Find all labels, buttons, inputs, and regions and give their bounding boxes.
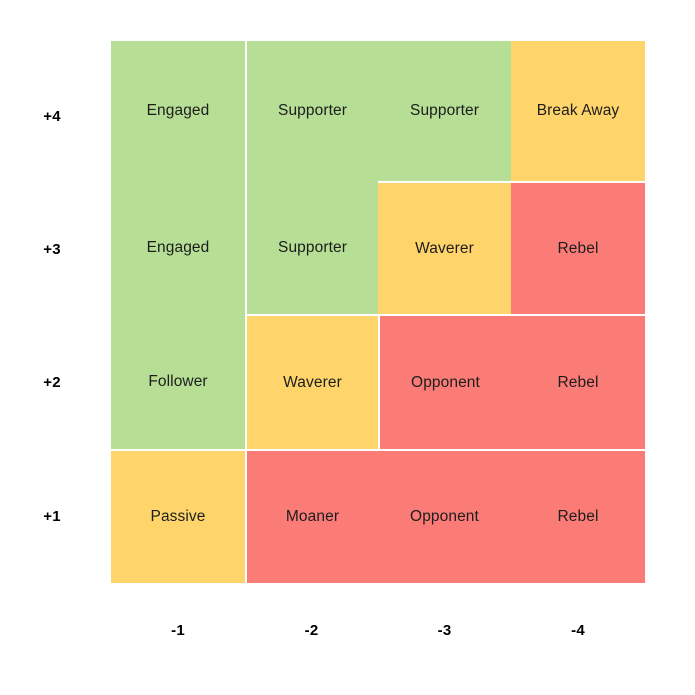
y-axis-tick-2: +2 xyxy=(43,374,61,391)
attitude-influence-matrix-chart: +4 +3 +2 +1 Engaged Supporter Supporter … xyxy=(0,0,695,695)
matrix-cell-label: Rebel xyxy=(557,239,599,257)
matrix-cell-label: Rebel xyxy=(557,373,599,391)
x-axis-tick-1: -2 xyxy=(304,622,319,639)
y-axis-tick-1: +3 xyxy=(43,241,61,258)
matrix-cell-label: Opponent xyxy=(411,373,480,391)
matrix-cell[interactable]: Passive xyxy=(111,449,245,583)
matrix-cell-label: Waverer xyxy=(283,373,342,391)
matrix-cell[interactable]: Rebel xyxy=(511,181,645,314)
matrix-cell[interactable]: Waverer xyxy=(245,314,378,449)
matrix-cell[interactable]: Follower xyxy=(111,314,245,449)
matrix-cell[interactable]: Engaged xyxy=(111,181,245,314)
matrix-cell-label: Engaged xyxy=(146,102,210,120)
matrix-grid: Engaged Supporter Supporter Break Away E… xyxy=(111,41,645,583)
matrix-cell[interactable]: Waverer xyxy=(378,181,511,314)
x-axis-tick-0: -1 xyxy=(171,622,185,639)
matrix-cell-label: Opponent xyxy=(410,508,479,526)
matrix-cell[interactable]: Supporter xyxy=(245,181,378,314)
y-axis-tick-3: +1 xyxy=(43,508,61,525)
matrix-cell-label: Supporter xyxy=(278,238,347,256)
matrix-cell[interactable]: Rebel xyxy=(511,449,645,583)
matrix-cell-label: Supporter xyxy=(410,102,479,120)
matrix-cell[interactable]: Supporter xyxy=(378,41,511,181)
y-axis-tick-0: +4 xyxy=(43,108,61,125)
x-axis-tick-2: -3 xyxy=(437,622,452,639)
matrix-cell-label: Break Away xyxy=(536,102,620,120)
matrix-cell-label: Supporter xyxy=(278,102,347,120)
matrix-cell[interactable]: Engaged xyxy=(111,41,245,181)
matrix-cell[interactable]: Opponent xyxy=(378,449,511,583)
matrix-cell-label: Engaged xyxy=(146,238,210,256)
matrix-cell[interactable]: Opponent xyxy=(378,314,511,449)
matrix-cell-label: Follower xyxy=(148,372,208,390)
matrix-cell-label: Rebel xyxy=(557,508,599,526)
matrix-cell[interactable]: Moaner xyxy=(245,449,378,583)
x-axis-tick-3: -4 xyxy=(571,622,585,639)
matrix-cell-label: Passive xyxy=(150,508,206,526)
matrix-cell[interactable]: Supporter xyxy=(245,41,378,181)
matrix-cell-label: Moaner xyxy=(285,508,340,526)
matrix-cell[interactable]: Rebel xyxy=(511,314,645,449)
matrix-cell-label: Waverer xyxy=(415,239,474,257)
matrix-cell[interactable]: Break Away xyxy=(511,41,645,181)
